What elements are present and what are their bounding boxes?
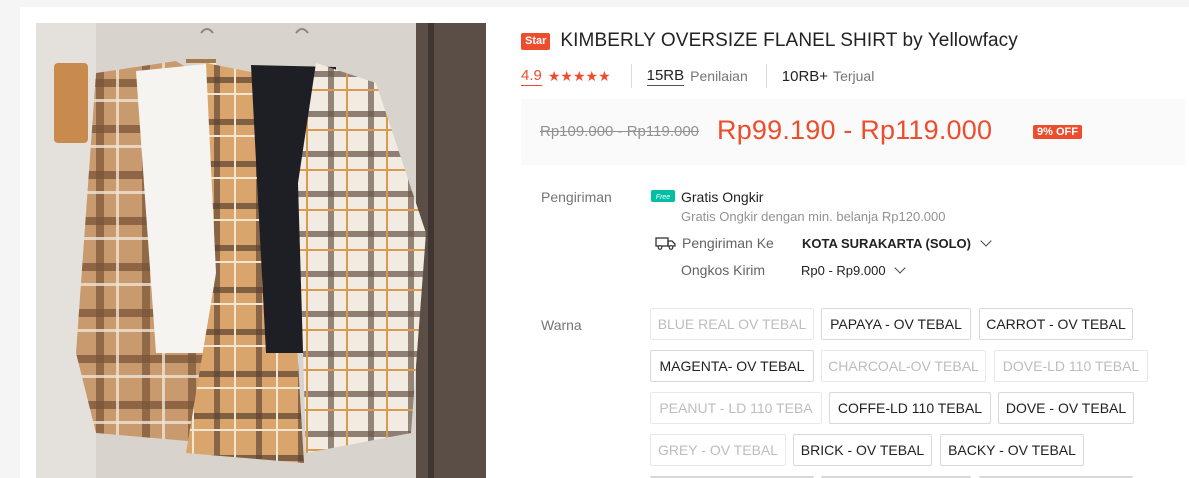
variant-option[interactable]: CARROT - OV TEBAL	[979, 308, 1133, 340]
reviews-label: Penilaian	[690, 68, 748, 84]
divider	[765, 64, 767, 88]
product-image[interactable]	[36, 23, 486, 478]
variant-option[interactable]: BRICK - OV TEBAL	[793, 434, 932, 466]
shipping-cost-label: Ongkos Kirim	[681, 262, 766, 278]
rating-value[interactable]: 4.9	[521, 67, 542, 86]
shipping-cost-dropdown[interactable]: Rp0 - Rp9.000	[801, 262, 907, 278]
title-row: Star KIMBERLY OVERSIZE FLANEL SHIRT by Y…	[521, 30, 1018, 52]
free-shipping-row: Free Gratis Ongkir	[651, 189, 763, 205]
current-price: Rp99.190 - Rp119.000	[717, 115, 993, 145]
reviews-count[interactable]: 15RB	[646, 67, 685, 86]
free-shipping-icon-text: Free	[656, 194, 671, 201]
divider	[630, 64, 632, 88]
truck-icon	[655, 237, 676, 250]
free-shipping-title: Gratis Ongkir	[681, 189, 764, 205]
price-section: Rp109.000 - Rp119.000 Rp99.190 - Rp119.0…	[521, 99, 1185, 165]
variant-option[interactable]: GREY - OV TEBAL	[650, 434, 786, 466]
chevron-down-icon	[980, 235, 992, 247]
variant-option[interactable]: COFFE-LD 110 TEBAL	[829, 392, 991, 424]
variant-option[interactable]: PAPAYA - OV TEBAL	[821, 308, 971, 340]
shipping-destination-value: KOTA SURAKARTA (SOLO)	[802, 236, 971, 251]
variant-option[interactable]: CHARCOAL-OV TEBAL	[821, 350, 986, 382]
rating-row: 4.9 ★★★★★ 15RB Penilaian 10RB+ Terjual	[521, 64, 892, 88]
rating-stars-icon: ★★★★★	[547, 67, 611, 84]
chevron-down-icon	[894, 262, 907, 274]
shipping-destination-dropdown[interactable]: KOTA SURAKARTA (SOLO)	[802, 235, 992, 251]
shipping-cost-value: Rp0 - Rp9.000	[801, 263, 886, 278]
variant-option[interactable]: PEANUT - LD 110 TEBA	[650, 392, 822, 424]
star-seller-badge: Star	[521, 32, 551, 50]
variant-option[interactable]: DOVE - OV TEBAL	[998, 392, 1134, 424]
variant-option[interactable]: MAGENTA- OV TEBAL	[650, 350, 814, 382]
shipping-cost-row: Ongkos Kirim Rp0 - Rp9.000	[681, 262, 907, 278]
shipping-destination-label: Pengiriman Ke	[682, 235, 774, 251]
variant-option[interactable]: BACKY - OV TEBAL	[940, 434, 1084, 466]
sold-label: Terjual	[833, 68, 875, 84]
original-price: Rp109.000 - Rp119.000	[540, 123, 700, 140]
shipping-label: Pengiriman	[541, 189, 612, 205]
variant-option[interactable]: BLUE REAL OV TEBAL	[650, 308, 814, 340]
shipping-destination-row: Pengiriman Ke KOTA SURAKARTA (SOLO)	[655, 235, 992, 251]
free-shipping-icon: Free	[651, 190, 675, 202]
discount-badge: 9% OFF	[1033, 125, 1082, 139]
sold-count: 10RB+	[781, 67, 829, 85]
product-title: KIMBERLY OVERSIZE FLANEL SHIRT by Yellow…	[560, 30, 1018, 51]
variant-option[interactable]: DOVE-LD 110 TEBAL	[994, 350, 1148, 382]
free-shipping-subtitle: Gratis Ongkir dengan min. belanja Rp120.…	[681, 209, 946, 224]
variant-label: Warna	[541, 317, 582, 333]
